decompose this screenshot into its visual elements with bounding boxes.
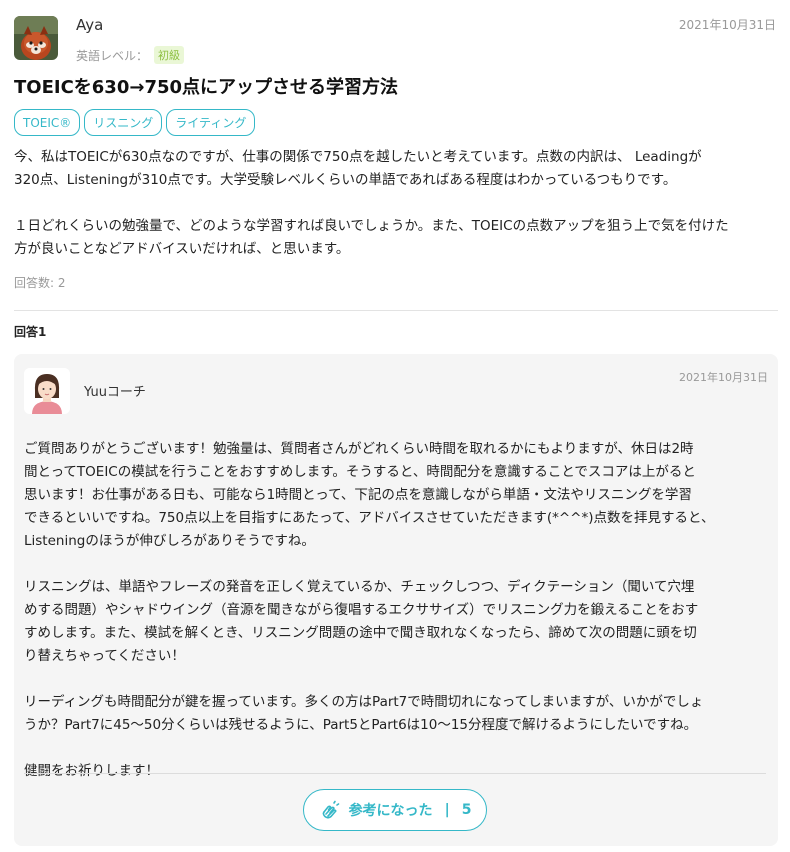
helpful-separator: |: [444, 802, 450, 818]
answer-body-line: めする問題）やシャドウイング（音源を聞きながら復唱するエクササイズ）でリスニング…: [24, 602, 699, 618]
answer-label: 回答1: [14, 325, 47, 339]
question-author[interactable]: Aya: [76, 16, 103, 34]
question-body-line: 今、私はTOEICが630点なのですが、仕事の関係で750点を越したいと考えてい…: [14, 149, 702, 165]
answer-body-line: リスニングは、単語やフレーズの発音を正しく覚えているか、チェックしつつ、ディクテ…: [24, 579, 695, 595]
helpful-count: 5: [461, 802, 472, 818]
tag-toeic[interactable]: TOEIC®: [14, 109, 81, 136]
tag-list: TOEIC® リスニング ライティング: [14, 109, 256, 136]
answer-date: 2021年10月31日: [679, 371, 768, 384]
helpful-button[interactable]: 参考になった | 5: [303, 789, 487, 831]
level-label: 英語レベル：: [76, 48, 149, 63]
question-body-line: 320点、Listeningが310点です。大学受験レベルくらいの単語であればあ…: [14, 172, 677, 188]
answer-body-line: り替えちゃってください！: [24, 648, 185, 664]
answer-body-line: ご質問ありがとうございます！勉強量は、質問者さんがどれくらい時間を取れるかにもよ…: [24, 441, 694, 457]
question-body: 今、私はTOEICが630点なのですが、仕事の関係で750点を越したいと考えてい…: [14, 146, 776, 261]
answer-body-line: 間とってTOEICの模試を行うことをおすすめします。そうすると、時間配分を意識す…: [24, 464, 696, 480]
question-date: 2021年10月31日: [678, 18, 776, 32]
answer-body-line: Listeningのほうが伸びしろがありそうですね。: [24, 533, 315, 549]
question-header: Aya 英語レベル： 初級 2021年10月31日: [14, 16, 776, 66]
coach-name[interactable]: Yuuコーチ: [84, 381, 146, 400]
question-body-line: １日どれくらいの勉強量で、どのような学習すれば良いでしょうか。また、TOEICの…: [14, 218, 729, 234]
tag-listening[interactable]: リスニング: [84, 109, 163, 136]
answer-body-line: 健闘をお祈りします！: [24, 763, 159, 779]
woman-avatar-icon: [24, 368, 70, 414]
answer-body-line: 思います！お仕事がある日も、可能なら1時間とって、下記の点を意識しながら単語・文…: [24, 487, 692, 503]
tag-writing[interactable]: ライティング: [166, 109, 256, 136]
answer-count: 回答数: 2: [14, 276, 66, 290]
answer-body: ご質問ありがとうございます！勉強量は、質問者さんがどれくらい時間を取れるかにもよ…: [24, 438, 768, 783]
answer-body-line: すめします。また、模試を解くとき、リスニング問題の途中で聞き取れなくなったら、諦…: [24, 625, 697, 641]
answer-body-line: リーディングも時間配分が鍵を握っています。多くの方はPart7で時間切れになって…: [24, 694, 704, 710]
coach-avatar[interactable]: [24, 368, 70, 414]
clap-hands-icon: [322, 800, 339, 819]
card-divider: [24, 773, 766, 774]
answer-body-line: うか？Part7に45〜50分くらいは残せるように、Part5とPart6は10…: [24, 717, 698, 733]
question-title: TOEICを630→750点にアップさせる学習方法: [14, 77, 399, 98]
level-badge: 初級: [154, 46, 185, 64]
red-panda-avatar-icon: [14, 16, 58, 60]
level-row: 英語レベル： 初級: [76, 46, 185, 64]
user-avatar[interactable]: [14, 16, 58, 60]
answer-body-line: できるといいですね。750点以上を目指すにあたって、アドバイスさせていただきます…: [24, 510, 715, 526]
answer-card: Yuuコーチ 2021年10月31日 ご質問ありがとうございます！勉強量は、質問…: [14, 354, 778, 846]
helpful-label: 参考になった: [348, 803, 433, 819]
divider: [14, 310, 778, 311]
question-body-line: 方が良いことなどアドバイスいだければ、と思います。: [14, 241, 350, 257]
